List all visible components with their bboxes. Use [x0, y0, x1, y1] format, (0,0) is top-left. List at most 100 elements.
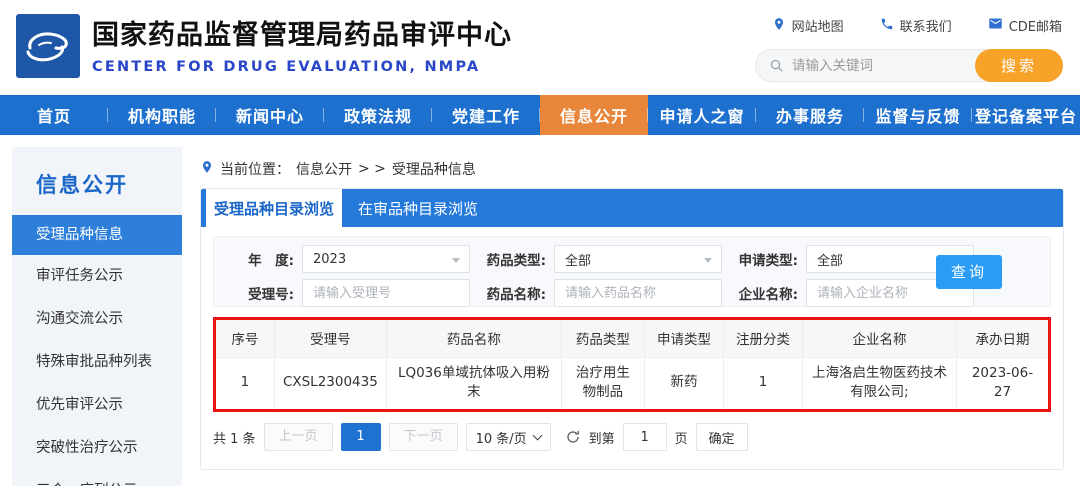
- brand-block: 国家药品监督管理局药品审评中心 CENTER FOR DRUG EVALUATI…: [92, 13, 512, 75]
- contact-link[interactable]: 联系我们: [880, 16, 952, 35]
- nav-item-registration-platform[interactable]: 登记备案平台: [972, 95, 1080, 135]
- breadcrumb-current[interactable]: 受理品种信息: [392, 159, 476, 179]
- nav-item-home[interactable]: 首页: [0, 95, 108, 135]
- content: 当前位置： 信息公开 > > 受理品种信息 受理品种目录浏览 在审品种目录浏览 …: [200, 135, 1064, 470]
- highlight-box: 序号 受理号 药品名称 药品类型 申请类型 注册分类 企业名称 承办日期 1 C…: [213, 317, 1051, 412]
- cde-mail-link-label: CDE邮箱: [1008, 20, 1062, 35]
- sidebar-item-communication[interactable]: 沟通交流公示: [12, 298, 182, 341]
- nav-item-services[interactable]: 办事服务: [756, 95, 864, 135]
- nav-item-info-disclosure[interactable]: 信息公开: [540, 95, 648, 135]
- nav-item-supervision[interactable]: 监督与反馈: [864, 95, 972, 135]
- col-header-accept-no: 受理号: [273, 320, 388, 358]
- drug-name-field-wrap: [554, 279, 722, 307]
- nav-item-applicant-window[interactable]: 申请人之窗: [648, 95, 756, 135]
- breadcrumb-separator: > >: [358, 161, 386, 177]
- confirm-page-button[interactable]: 确定: [695, 423, 748, 451]
- chevron-down-icon: [452, 258, 460, 263]
- search-input[interactable]: [792, 50, 962, 81]
- col-header-date: 承办日期: [955, 320, 1048, 358]
- col-header-apply-type: 申请类型: [643, 320, 724, 358]
- sidebar-item-three-in-one[interactable]: 三合一序列公示: [12, 470, 182, 486]
- year-select[interactable]: 2023: [302, 245, 470, 273]
- cell-date: 2023-06-27: [955, 356, 1048, 409]
- col-header-company: 企业名称: [802, 320, 957, 358]
- page-size-value: 10 条/页: [475, 431, 527, 447]
- goto-prefix-label: 到第: [588, 431, 615, 447]
- sidebar: 信息公开 受理品种信息 审评任务公示 沟通交流公示 特殊审批品种列表 优先审评公…: [12, 147, 182, 486]
- cell-drug-name: LQ036单域抗体吸入用粉末: [386, 356, 562, 409]
- content-card: 受理品种目录浏览 在审品种目录浏览 年 度: 2023 药品类型: 全部 申请类…: [200, 188, 1064, 470]
- contact-link-label: 联系我们: [899, 20, 952, 35]
- drug-type-filter-group: 药品类型: 全部: [480, 245, 732, 273]
- breadcrumb: 当前位置： 信息公开 > > 受理品种信息: [200, 159, 1064, 179]
- drug-type-label: 药品类型:: [486, 253, 546, 269]
- drug-type-select-value: 全部: [565, 253, 592, 269]
- current-page-button[interactable]: 1: [340, 423, 381, 451]
- site-search: 搜索: [755, 49, 1063, 82]
- accept-no-label: 受理号:: [248, 287, 294, 303]
- breadcrumb-section-link[interactable]: 信息公开: [296, 159, 352, 179]
- sidebar-item-accepted-varieties[interactable]: 受理品种信息: [12, 215, 182, 255]
- results-table: 序号 受理号 药品名称 药品类型 申请类型 注册分类 企业名称 承办日期 1 C…: [216, 320, 1048, 409]
- filter-row-2: 受理号: 药品名称:: [228, 279, 1036, 307]
- nav-item-functions[interactable]: 机构职能: [108, 95, 216, 135]
- header-quick-links: 网站地图 联系我们 CDE邮箱: [772, 16, 1062, 35]
- accept-no-input[interactable]: [313, 285, 459, 301]
- site-subtitle: CENTER FOR DRUG EVALUATION, NMPA: [92, 59, 481, 75]
- search-icon: [769, 58, 784, 77]
- page-body: 信息公开 受理品种信息 审评任务公示 沟通交流公示 特殊审批品种列表 优先审评公…: [0, 135, 1080, 486]
- cell-index: 1: [216, 356, 275, 409]
- table-header-row: 序号 受理号 药品名称 药品类型 申请类型 注册分类 企业名称 承办日期: [216, 320, 1048, 358]
- cell-apply-type: 新药: [643, 356, 724, 409]
- cde-mail-link[interactable]: CDE邮箱: [988, 16, 1062, 35]
- breadcrumb-prefix: 当前位置：: [220, 162, 290, 178]
- pagination-total: 共 1 条: [213, 431, 256, 447]
- mail-icon: [988, 16, 1003, 35]
- site-title: 国家药品监督管理局药品审评中心: [92, 20, 512, 51]
- tab-accepted-catalog[interactable]: 受理品种目录浏览: [206, 189, 342, 227]
- nav-item-news[interactable]: 新闻中心: [216, 95, 324, 135]
- breadcrumb-pin-icon: [200, 160, 214, 178]
- cell-company: 上海洛启生物医药技术有限公司;: [802, 356, 957, 409]
- chevron-down-icon: [532, 430, 543, 440]
- filter-panel: 年 度: 2023 药品类型: 全部 申请类型: 全部 受理号: 请输入受理号 …: [213, 236, 1051, 307]
- sidebar-item-review-tasks[interactable]: 审评任务公示: [12, 255, 182, 298]
- drug-name-filter-group: 药品名称:: [480, 279, 732, 307]
- year-label: 年 度:: [248, 253, 294, 269]
- page-size-select[interactable]: 10 条/页: [465, 423, 551, 451]
- table-row: 1 CXSL2300435 LQ036单域抗体吸入用粉末 治疗用生物制品 新药 …: [216, 356, 1048, 409]
- header: 国家药品监督管理局药品审评中心 CENTER FOR DRUG EVALUATI…: [0, 0, 1080, 95]
- location-pin-icon: [772, 17, 786, 35]
- sidebar-item-special-approval[interactable]: 特殊审批品种列表: [12, 341, 182, 384]
- col-header-reg-class: 注册分类: [722, 320, 804, 358]
- refresh-icon[interactable]: [565, 429, 581, 445]
- tab-under-review-catalog[interactable]: 在审品种目录浏览: [342, 189, 494, 227]
- nav-item-policy[interactable]: 政策法规: [324, 95, 432, 135]
- cell-drug-type: 治疗用生物制品: [560, 356, 645, 409]
- phone-icon: [880, 17, 894, 35]
- cell-accept-no: CXSL2300435: [273, 356, 388, 409]
- year-select-value: 2023: [313, 251, 347, 267]
- sidebar-title: 信息公开: [36, 173, 128, 197]
- accept-no-field-wrap: [302, 279, 470, 307]
- prev-page-button[interactable]: 上一页: [263, 423, 333, 451]
- sidebar-item-priority-review[interactable]: 优先审评公示: [12, 384, 182, 427]
- accept-no-filter-group: 受理号:: [228, 279, 480, 307]
- search-button[interactable]: 搜索: [975, 49, 1063, 82]
- sitemap-link-label: 网站地图: [791, 20, 844, 35]
- query-button[interactable]: 查询: [936, 254, 1002, 289]
- sitemap-link[interactable]: 网站地图: [772, 16, 844, 35]
- drug-name-input[interactable]: [565, 285, 711, 301]
- chevron-down-icon: [704, 258, 712, 263]
- card-body: 年 度: 2023 药品类型: 全部 申请类型: 全部 受理号: 请输入受理号 …: [201, 227, 1063, 451]
- cell-reg-class: 1: [722, 356, 804, 409]
- main-nav: 首页 机构职能 新闻中心 政策法规 党建工作 信息公开 申请人之窗 办事服务 监…: [0, 95, 1080, 135]
- cde-logo: [16, 14, 80, 78]
- drug-type-select[interactable]: 全部: [554, 245, 722, 273]
- nav-item-party[interactable]: 党建工作: [432, 95, 540, 135]
- goto-page-input[interactable]: [622, 423, 667, 451]
- next-page-button[interactable]: 下一页: [388, 423, 458, 451]
- sidebar-item-breakthrough-therapy[interactable]: 突破性治疗公示: [12, 427, 182, 470]
- year-filter-group: 年 度: 2023: [228, 245, 480, 273]
- tab-bar: 受理品种目录浏览 在审品种目录浏览: [201, 189, 1063, 227]
